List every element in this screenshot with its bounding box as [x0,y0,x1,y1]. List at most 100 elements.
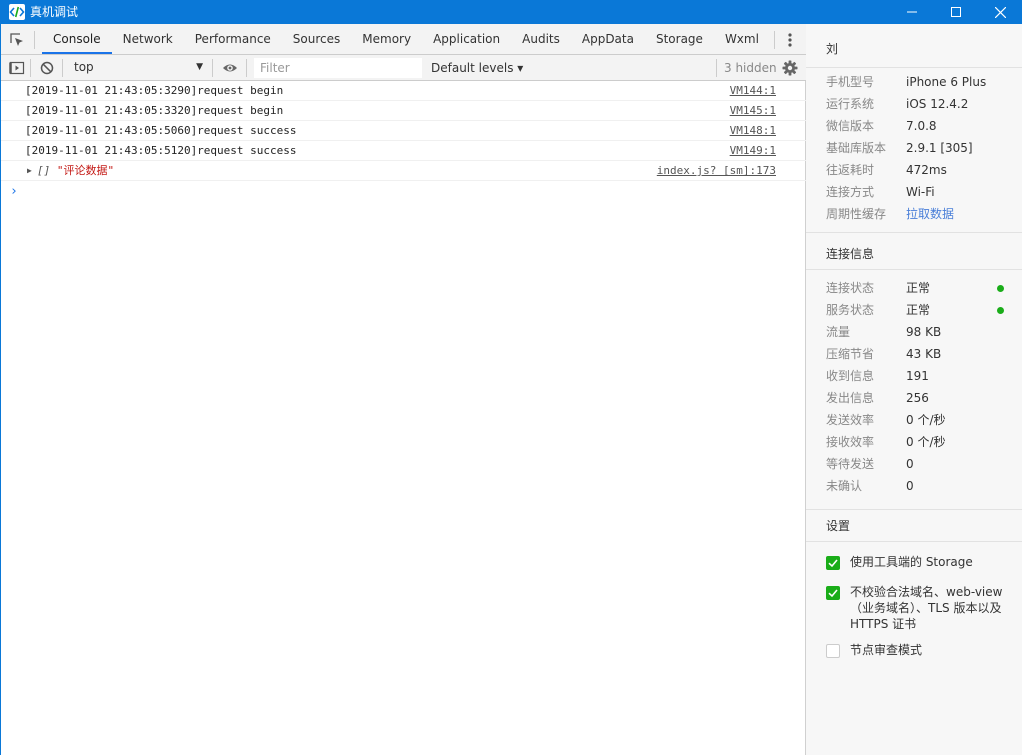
toolbar-divider [246,59,247,77]
setting-checkbox[interactable]: 节点审查模式 [826,642,1016,658]
divider [806,232,1022,233]
info-value: 472ms [906,163,947,177]
checkbox-checked-icon[interactable] [826,586,840,600]
more-vertical-icon[interactable] [783,31,797,49]
maximize-button[interactable] [933,0,979,24]
array-bracket: [] [37,164,51,177]
console-output: [2019-11-01 21:43:05:3290]request begin … [1,81,806,199]
console-message: [2019-11-01 21:43:05:3290]request begin … [1,81,806,101]
setting-checkbox[interactable]: 不校验合法域名、web-view（业务域名）、TLS 版本以及 HTTPS 证书 [826,584,1016,632]
code-brackets-icon [9,4,25,20]
tab-storage[interactable]: Storage [645,24,714,54]
device-info-row: 微信版本 7.0.8 [826,115,1022,137]
info-label: 压缩节省 [826,347,875,361]
fetch-data-link[interactable]: 拉取数据 [906,203,954,225]
source-link[interactable]: VM145:1 [730,101,776,121]
setting-checkbox[interactable]: 使用工具端的 Storage [826,554,1016,570]
tab-application[interactable]: Application [422,24,511,54]
device-info-row: 周期性缓存 拉取数据 [826,203,1022,225]
console-prompt[interactable]: › [10,184,18,199]
info-value: 0 个/秒 [906,435,946,449]
source-link[interactable]: VM144:1 [730,81,776,101]
message-text: [2019-11-01 21:43:05:3290]request begin [25,84,284,97]
console-message: [2019-11-01 21:43:05:5060]request succes… [1,121,806,141]
info-label: 服务状态 [826,303,875,317]
device-info-row: 基础库版本 2.9.1 [305] [826,137,1022,159]
devtools-tab-bar: Console Network Performance Sources Memory Ap… [1,24,806,55]
tab-sources[interactable]: Sources [282,24,351,54]
connection-info-row: 接收效率 0 个/秒 [826,431,1022,453]
connection-info-row: 等待发送 0 [826,453,1022,475]
source-link[interactable]: VM148:1 [730,121,776,141]
source-link[interactable]: index.js? [sm]:173 [657,161,776,181]
info-value: iPhone 6 Plus [906,75,987,89]
divider [806,269,1022,270]
source-link[interactable]: VM149:1 [730,141,776,161]
info-value: 98 KB [906,325,942,339]
info-label: 手机型号 [826,75,875,89]
clear-console-icon[interactable] [39,60,55,76]
devtools-panel: Console Network Performance Sources Memory Ap… [0,24,806,755]
tab-memory[interactable]: Memory [351,24,422,54]
info-value: 0 [906,457,914,471]
info-value: 2.9.1 [305] [906,141,973,155]
tab-list: Console Network Performance Sources Memory Ap… [42,24,770,54]
info-label: 周期性缓存 [826,207,887,221]
info-value: 256 [906,391,929,405]
info-label: 发出信息 [826,391,875,405]
status-dot-icon [997,307,1004,314]
toolbar-divider [62,59,63,77]
tab-audits[interactable]: Audits [511,24,571,54]
info-value: 0 [906,479,914,493]
eye-icon[interactable] [222,60,238,76]
inspect-element-icon[interactable] [9,32,25,48]
setting-label: 使用工具端的 Storage [850,555,973,569]
string-value: "评论数据" [56,164,115,177]
console-object-message[interactable]: ▶ [] "评论数据" index.js? [sm]:173 [1,161,806,181]
gear-icon[interactable] [782,60,798,76]
hidden-count: 3 hidden [724,61,777,75]
info-label: 发送效率 [826,413,875,427]
minimize-button[interactable] [889,0,935,24]
tab-performance[interactable]: Performance [184,24,282,54]
info-label: 未确认 [826,479,863,493]
message-text: [2019-11-01 21:43:05:5120]request succes… [25,144,297,157]
window-title: 真机调试 [30,5,79,19]
toolbar-divider [716,59,717,77]
info-label: 基础库版本 [826,141,887,155]
show-drawer-icon[interactable] [9,60,25,76]
message-text: [2019-11-01 21:43:05:3320]request begin [25,104,284,117]
info-value: 43 KB [906,347,942,361]
connection-info-row: 发送效率 0 个/秒 [826,409,1022,431]
status-dot-icon [997,285,1004,292]
expand-triangle-icon[interactable]: ▶ [27,161,32,181]
toolbar-divider [30,59,31,77]
info-value: 0 个/秒 [906,413,946,427]
filter-input[interactable] [254,58,422,78]
info-value: 正常 [906,281,931,295]
context-value: top [74,60,94,74]
tab-console[interactable]: Console [42,24,112,54]
divider [806,541,1022,542]
connection-info-row: 未确认 0 [826,475,1022,497]
tab-appdata[interactable]: AppData [571,24,645,54]
context-selector[interactable]: top ▼ [67,57,207,78]
user-name: 刘 [826,42,839,56]
info-label: 接收效率 [826,435,875,449]
tab-network[interactable]: Network [112,24,184,54]
info-value: Wi-Fi [906,185,935,199]
connection-section-title: 连接信息 [826,247,875,261]
checkbox-unchecked-icon[interactable] [826,644,840,658]
setting-label: 不校验合法域名、web-view（业务域名）、TLS 版本以及 HTTPS 证书 [850,585,1003,631]
info-label: 往返耗时 [826,163,875,177]
toolbar-divider [774,31,775,49]
close-button[interactable] [977,0,1022,24]
object-preview: [] "评论数据" [37,161,114,181]
settings-section-title: 设置 [826,519,851,533]
log-levels-dropdown[interactable]: Default levels ▾ [431,59,523,77]
device-info-row: 连接方式 Wi-Fi [826,181,1022,203]
tab-wxml[interactable]: Wxml [714,24,770,54]
divider [806,509,1022,510]
checkbox-checked-icon[interactable] [826,556,840,570]
info-value: 7.0.8 [906,119,937,133]
